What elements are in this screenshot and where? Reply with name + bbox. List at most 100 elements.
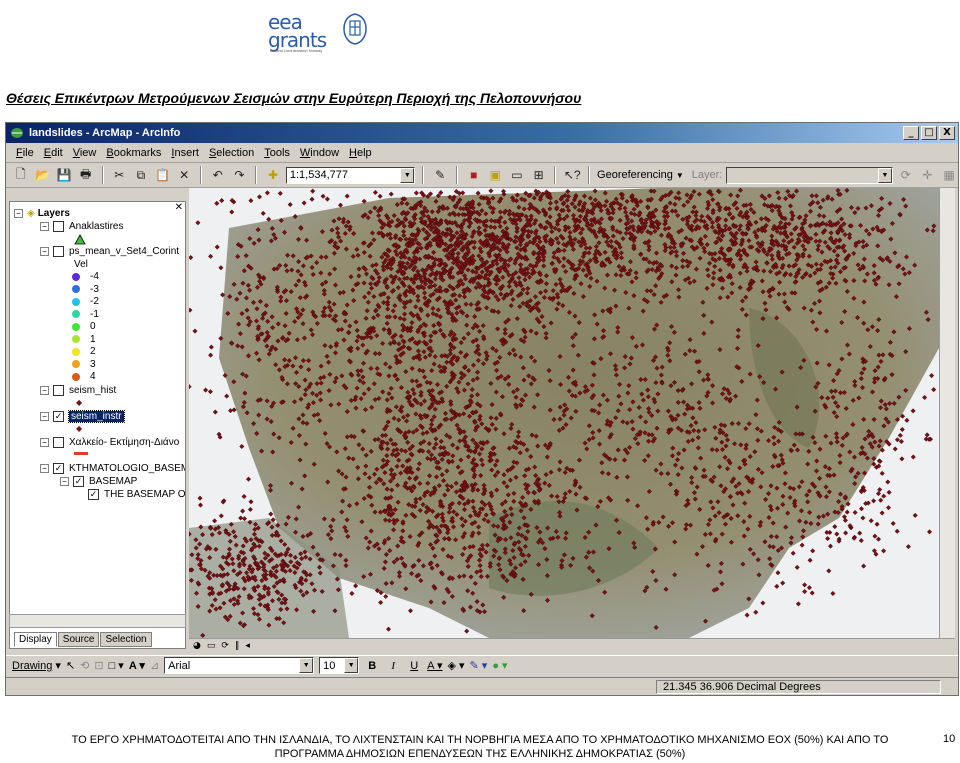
menu-selection[interactable]: Selection [209, 147, 254, 159]
model-builder-icon[interactable]: ⊞ [530, 166, 548, 184]
collapse-icon[interactable]: − [60, 477, 69, 486]
zoom-to-selected-icon[interactable]: ⊡ [94, 659, 103, 672]
collapse-icon[interactable]: − [40, 438, 49, 447]
toc-layer-seism-hist[interactable]: − seism_hist [40, 385, 116, 396]
delete-icon[interactable]: ✕ [175, 166, 193, 184]
maximize-button[interactable]: □ [921, 126, 937, 140]
link-table-icon[interactable]: ▦ [940, 166, 958, 184]
page-number: 10 [943, 733, 956, 745]
legend-class: -4 [72, 271, 99, 282]
toc-layer-basemap[interactable]: − ✓ BASEMAP [60, 476, 137, 487]
collapse-icon[interactable]: − [40, 464, 49, 473]
menu-window[interactable]: Window [300, 147, 339, 159]
save-icon[interactable]: 💾 [55, 166, 73, 184]
toc-layer-anaklastires[interactable]: − Anaklastires [40, 221, 123, 232]
menu-file[interactable]: File [16, 147, 34, 159]
globe-icon[interactable]: ◕ [193, 641, 201, 651]
legend-label: 2 [90, 346, 96, 357]
layout-view-icon[interactable]: ▭ [207, 641, 216, 651]
layer-checkbox[interactable]: ✓ [53, 463, 64, 474]
drawing-menu[interactable]: Drawing ▾ [12, 659, 61, 672]
georeferencing-menu[interactable]: Georeferencing ▼ [597, 169, 684, 181]
close-icon[interactable]: ✕ [175, 202, 183, 213]
editor-toolbar-icon[interactable]: ✎ [431, 166, 449, 184]
menu-view[interactable]: View [73, 147, 97, 159]
collapse-icon[interactable]: − [40, 222, 49, 231]
fill-color-icon[interactable]: ◈ ▾ [447, 659, 464, 672]
toc-layer-the-basemap[interactable]: ✓ THE BASEMAP OI [88, 489, 185, 500]
refresh-icon[interactable]: ⟳ [221, 641, 229, 651]
paste-icon[interactable]: 📋 [154, 166, 172, 184]
map-scale-combo[interactable]: 1:1,534,777 ▼ [285, 166, 416, 184]
map-vertical-scrollbar[interactable] [939, 188, 955, 638]
tab-source[interactable]: Source [57, 632, 100, 647]
menu-bookmarks[interactable]: Bookmarks [106, 147, 161, 159]
layer-checkbox[interactable]: ✓ [73, 476, 84, 487]
rotate-element-icon[interactable]: ⟲ [80, 659, 89, 672]
layer-checkbox[interactable]: ✓ [88, 489, 99, 500]
toc-horizontal-scrollbar[interactable] [9, 614, 186, 628]
rotate-icon[interactable]: ⟳ [897, 166, 915, 184]
cut-icon[interactable]: ✂ [111, 166, 129, 184]
arccatalog-icon[interactable]: ▣ [487, 166, 505, 184]
copy-icon[interactable]: ⧉ [132, 166, 150, 184]
whats-this-icon[interactable]: ↖? [563, 166, 581, 184]
font-combo[interactable]: Arial ▼ [164, 657, 315, 674]
layer-checkbox[interactable] [53, 385, 64, 396]
layer-checkbox[interactable] [53, 246, 64, 257]
pause-icon[interactable]: ‖ [235, 641, 240, 651]
menu-help[interactable]: Help [349, 147, 372, 159]
tab-selection[interactable]: Selection [100, 632, 152, 647]
collapse-icon[interactable]: − [40, 247, 49, 256]
bold-button[interactable]: B [364, 660, 380, 672]
redo-icon[interactable]: ↷ [231, 166, 249, 184]
marker-color-icon[interactable]: ● ▾ [492, 659, 507, 672]
line-color-icon[interactable]: ✎ ▾ [470, 659, 488, 672]
add-control-points-icon[interactable]: ✛ [919, 166, 937, 184]
underline-button[interactable]: U [406, 660, 422, 672]
georef-layer-combo[interactable]: ▼ [726, 166, 893, 184]
legend-label: 4 [90, 371, 96, 382]
legend-label: -4 [90, 271, 99, 282]
command-line-icon[interactable]: ▭ [508, 166, 526, 184]
edit-vertices-icon[interactable]: ⊿ [150, 659, 159, 672]
menu-edit[interactable]: Edit [44, 147, 63, 159]
select-elements-icon[interactable]: ↖ [66, 659, 75, 672]
toc-layer-ps-mean[interactable]: − ps_mean_v_Set4_Corint [40, 246, 179, 257]
print-icon[interactable]: 🖶 [77, 166, 95, 184]
arctoolbox-icon[interactable]: ■ [465, 166, 483, 184]
rectangle-icon[interactable]: □ ▾ [109, 659, 124, 672]
chevron-down-icon[interactable]: ▼ [299, 658, 314, 673]
font-size-combo[interactable]: 10 ▼ [319, 657, 360, 674]
layer-checkbox[interactable] [53, 221, 64, 232]
add-data-icon[interactable]: ✚ [264, 166, 282, 184]
undo-icon[interactable]: ↶ [209, 166, 227, 184]
toc-layer-seism-instr[interactable]: − ✓ seism_instr [40, 410, 125, 423]
toc-layer-kthmatologio[interactable]: − ✓ KTHMATOLOGIO_BASEM [40, 463, 185, 474]
new-document-icon[interactable]: 🗋 [12, 166, 30, 184]
map-view[interactable] [189, 188, 939, 638]
collapse-icon[interactable]: − [14, 209, 23, 218]
collapse-icon[interactable]: − [40, 412, 49, 421]
tab-display[interactable]: Display [14, 632, 57, 647]
open-folder-icon[interactable]: 📂 [34, 166, 52, 184]
menu-insert[interactable]: Insert [171, 147, 199, 159]
scroll-left-icon[interactable]: ◂ [245, 641, 250, 651]
arcmap-app-icon [11, 128, 23, 138]
close-button[interactable]: X [939, 126, 955, 140]
menu-tools[interactable]: Tools [264, 147, 290, 159]
window-title-bar[interactable]: landslides - ArcMap - ArcInfo _ □ X [6, 123, 958, 143]
chevron-down-icon[interactable]: ▼ [877, 167, 892, 183]
italic-button[interactable]: I [385, 660, 401, 672]
toc-layers-root[interactable]: − ◈ Layers [14, 208, 70, 219]
map-canvas[interactable] [189, 188, 939, 638]
toc-layer-chalkeio[interactable]: − Χαλκείο- Εκτίμηση-Διάνο [40, 437, 179, 448]
chevron-down-icon[interactable]: ▼ [344, 658, 359, 673]
new-text-icon[interactable]: A ▾ [129, 659, 145, 672]
layer-checkbox[interactable]: ✓ [53, 411, 64, 422]
layer-checkbox[interactable] [53, 437, 64, 448]
minimize-button[interactable]: _ [903, 126, 919, 140]
font-color-icon[interactable]: A ▾ [427, 659, 442, 672]
collapse-icon[interactable]: − [40, 386, 49, 395]
chevron-down-icon[interactable]: ▼ [400, 167, 415, 183]
